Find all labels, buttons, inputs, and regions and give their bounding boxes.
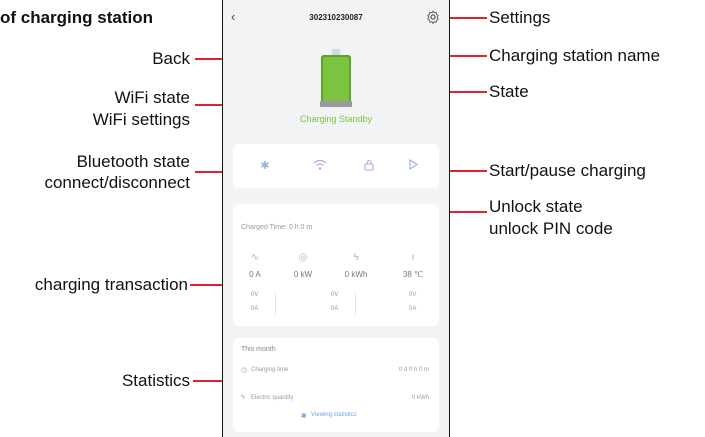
wifi-callout-line1: WiFi state [114, 88, 190, 107]
start-pause-callout: Start/pause charging [489, 161, 646, 180]
current-value: 0 A [249, 270, 261, 279]
temperature-value: 38 ℃ [402, 270, 424, 279]
electric-quantity-label: Electric quantity [251, 395, 294, 401]
transaction-callout: charging transaction [34, 275, 188, 294]
clock-icon: ◷ [241, 367, 248, 374]
battery-icon [321, 55, 351, 105]
state-callout: State [489, 82, 529, 101]
transaction-card: Charged Time: 0 h 0 m ∿ ◎ ϟ ı 0 A 0 kW 0… [233, 204, 439, 326]
electric-quantity-value: 0 kWh [411, 395, 429, 401]
lock-icon[interactable] [363, 158, 375, 171]
station-name-callout: Charging station name [489, 46, 661, 65]
station-name: 302310230087 [309, 13, 363, 22]
energy-icon: ϟ [353, 252, 359, 263]
power-value: 0 kW [293, 270, 313, 279]
controls-card: ✱ [233, 144, 439, 188]
statistics-callout: Statistics [121, 371, 190, 390]
bluetooth-icon[interactable]: ✱ [257, 159, 273, 172]
voltage-l2: 0V [331, 292, 339, 298]
charging-time-label: Charging time [251, 367, 289, 373]
statistics-card: This month ◷ Charging time 0 d 0 h 0 m ϟ… [233, 338, 439, 432]
page-title: of charging station [0, 8, 153, 27]
bluetooth-callout-line1: Bluetooth state [76, 152, 190, 171]
charging-state: Charging Standby [299, 114, 373, 124]
bluetooth-callout-line2: connect/disconnect [44, 173, 190, 192]
current-l1: 0A [251, 306, 259, 312]
app-screen: ‹ 302310230087 Charging Standby ✱ Charge… [222, 0, 450, 437]
current-l3: 0A [409, 306, 417, 312]
wifi-callout-line2: WiFi settings [92, 110, 190, 129]
power-icon: ◎ [298, 252, 308, 263]
settings-pointer-line [447, 17, 487, 19]
bolt-icon: ϟ [241, 394, 245, 401]
unlock-callout-line1: Unlock state [489, 197, 583, 216]
unlock-callout-line2: unlock PIN code [489, 219, 613, 238]
settings-callout: Settings [489, 8, 551, 27]
back-callout: Back [152, 49, 190, 68]
gear-icon[interactable] [426, 10, 440, 24]
charged-time: Charged Time: 0 h 0 m [241, 224, 313, 231]
energy-value: 0 kWh [344, 270, 368, 279]
thermometer-icon: ı [411, 252, 415, 263]
charging-time-value: 0 d 0 h 0 m [398, 367, 429, 373]
statistics-period: This month [241, 346, 276, 353]
chart-icon[interactable]: ▣ [301, 412, 307, 419]
voltage-l3: 0V [409, 292, 417, 298]
phase-divider [275, 292, 276, 316]
play-icon[interactable] [408, 159, 418, 170]
current-icon: ∿ [250, 252, 260, 263]
battery-base [320, 101, 352, 107]
phase-divider [355, 292, 356, 316]
viewing-statistics-link[interactable]: Viewing statistics [311, 412, 357, 418]
voltage-l1: 0V [251, 292, 259, 298]
current-l2: 0A [331, 306, 339, 312]
wifi-icon[interactable] [313, 159, 327, 171]
